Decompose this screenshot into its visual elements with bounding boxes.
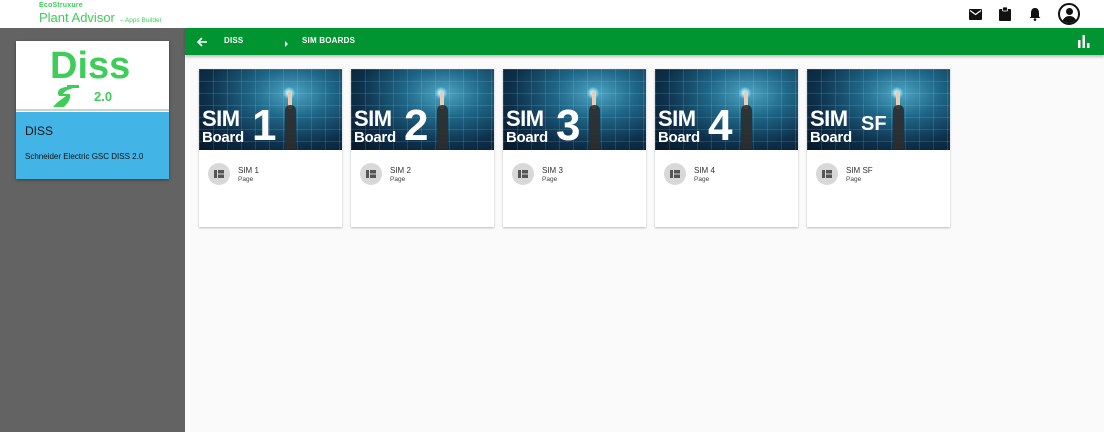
brand-subtitle: – Apps Builder — [119, 17, 162, 24]
app-title: DISS — [25, 124, 54, 138]
card-thumbnail: SIM Board 1 — [199, 69, 342, 150]
card-sim-sf[interactable]: SIM Board SF SIM SF Page — [807, 69, 950, 227]
avatar-head — [1066, 8, 1073, 15]
card-subtitle: Page — [694, 176, 710, 183]
card-title: SIM 3 — [542, 166, 563, 175]
card-title: SIM 1 — [238, 166, 259, 175]
card-sim-4[interactable]: SIM Board 4 SIM 4 Page — [655, 69, 798, 227]
thumbnail-number: 3 — [556, 101, 581, 150]
mail-icon[interactable] — [964, 3, 986, 25]
card-subtitle: Page — [846, 176, 862, 183]
bar-chart-icon[interactable] — [1078, 35, 1090, 48]
page-grid-icon — [664, 163, 686, 185]
left-sidebar: Diss 2.0 DISS Schneider Electric GSC DIS… — [0, 28, 185, 432]
thumbnail-sim-text: SIM — [202, 106, 240, 131]
card-thumbnail: SIM Board SF — [807, 69, 950, 150]
thumbnail-sim-text: SIM — [810, 106, 848, 131]
diss-logo-word: Diss — [50, 45, 130, 87]
diss-logo-version: 2.0 — [94, 89, 112, 104]
breadcrumb-item-sim-boards[interactable]: SIM BOARDS — [302, 36, 355, 45]
thumbnail-sim-text: SIM — [658, 106, 696, 131]
thumbnail-number: 1 — [252, 101, 277, 150]
app-card-diss[interactable]: Diss 2.0 DISS Schneider Electric GSC DIS… — [16, 41, 169, 179]
bell-icon[interactable] — [1024, 3, 1046, 25]
card-title: SIM SF — [846, 166, 873, 175]
card-subtitle: Page — [390, 176, 406, 183]
card-sim-3[interactable]: SIM Board 3 SIM 3 Page — [503, 69, 646, 227]
thumbnail-number: SF — [861, 113, 887, 135]
card-subtitle: Page — [542, 176, 558, 183]
card-title: SIM 4 — [694, 166, 715, 175]
thumbnail-number: 2 — [404, 101, 429, 150]
thumbnail-sim-text: SIM — [354, 106, 392, 131]
thumbnail-board-text: Board — [810, 129, 852, 146]
breadcrumb-bar: DISS SIM BOARDS — [185, 28, 1104, 55]
card-sim-2[interactable]: SIM Board 2 SIM 2 Page — [351, 69, 494, 227]
card-subtitle: Page — [238, 176, 254, 183]
account-icon[interactable] — [1058, 3, 1080, 25]
page-grid-icon — [208, 163, 230, 185]
chevron-right-icon — [283, 36, 291, 47]
card-thumbnail: SIM Board 2 — [351, 69, 494, 150]
brand-logo[interactable]: EcoStruxure Plant Advisor – Apps Builder — [39, 2, 162, 25]
page-grid-icon — [360, 163, 382, 185]
top-header: EcoStruxure Plant Advisor – Apps Builder — [0, 0, 1104, 28]
brand-top-text: EcoStruxure — [39, 2, 83, 9]
page-grid-icon — [816, 163, 838, 185]
thumbnail-board-text: Board — [202, 129, 244, 146]
avatar-body — [1062, 16, 1077, 23]
back-arrow-icon[interactable] — [195, 34, 210, 49]
clipboard-icon[interactable] — [994, 3, 1016, 25]
thumbnail-board-text: Board — [506, 129, 548, 146]
diss-logo: Diss 2.0 — [16, 41, 169, 111]
brand-name: Plant Advisor — [39, 10, 115, 25]
thumbnail-sim-text: SIM — [506, 106, 544, 131]
thumbnail-board-text: Board — [658, 129, 700, 146]
card-title: SIM 2 — [390, 166, 411, 175]
thumbnail-number: 4 — [708, 101, 733, 150]
card-sim-1[interactable]: SIM Board 1 SIM 1 Page — [199, 69, 342, 227]
card-thumbnail: SIM Board 3 — [503, 69, 646, 150]
thumbnail-board-text: Board — [354, 129, 396, 146]
page-grid-icon — [512, 163, 534, 185]
app-description: Schneider Electric GSC DISS 2.0 — [25, 152, 144, 161]
card-thumbnail: SIM Board 4 — [655, 69, 798, 150]
breadcrumb-item-diss[interactable]: DISS — [224, 36, 243, 45]
